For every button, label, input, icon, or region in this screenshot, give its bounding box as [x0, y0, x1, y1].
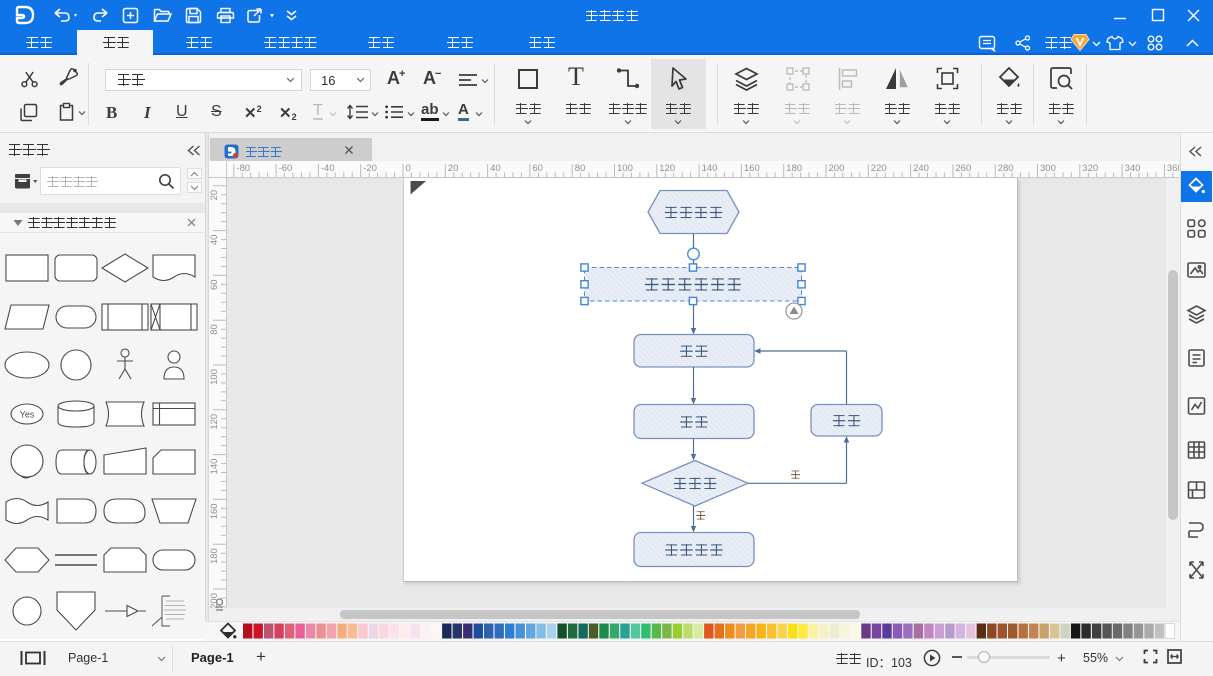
- svg-text:180: 180: [209, 548, 220, 564]
- svg-text:20: 20: [209, 190, 220, 201]
- svg-text:140: 140: [702, 163, 718, 174]
- svg-text:280: 280: [998, 163, 1014, 174]
- svg-text:160: 160: [744, 163, 760, 174]
- svg-text:-80: -80: [236, 163, 250, 174]
- svg-text:120: 120: [659, 163, 675, 174]
- svg-text:340: 340: [1125, 163, 1141, 174]
- svg-text:60: 60: [532, 163, 543, 174]
- svg-text:40: 40: [209, 235, 220, 246]
- svg-text:360: 360: [1167, 163, 1180, 174]
- svg-text:120: 120: [209, 414, 220, 430]
- svg-text:260: 260: [955, 163, 971, 174]
- svg-text:100: 100: [209, 369, 220, 385]
- svg-text:0: 0: [406, 163, 411, 174]
- svg-text:140: 140: [209, 459, 220, 475]
- svg-text:180: 180: [786, 163, 802, 174]
- svg-text:-40: -40: [321, 163, 335, 174]
- svg-text:Yes: Yes: [20, 410, 35, 420]
- svg-text:240: 240: [913, 163, 929, 174]
- svg-text:220: 220: [871, 163, 887, 174]
- svg-text:80: 80: [209, 324, 220, 335]
- svg-text:-60: -60: [279, 163, 293, 174]
- svg-text:200: 200: [829, 163, 845, 174]
- svg-text:80: 80: [575, 163, 586, 174]
- svg-text:320: 320: [1082, 163, 1098, 174]
- svg-text:160: 160: [209, 503, 220, 519]
- svg-text:20: 20: [448, 163, 459, 174]
- svg-text:300: 300: [1040, 163, 1056, 174]
- svg-text:-20: -20: [363, 163, 377, 174]
- svg-text:40: 40: [490, 163, 501, 174]
- svg-text:100: 100: [617, 163, 633, 174]
- svg-text:60: 60: [209, 279, 220, 290]
